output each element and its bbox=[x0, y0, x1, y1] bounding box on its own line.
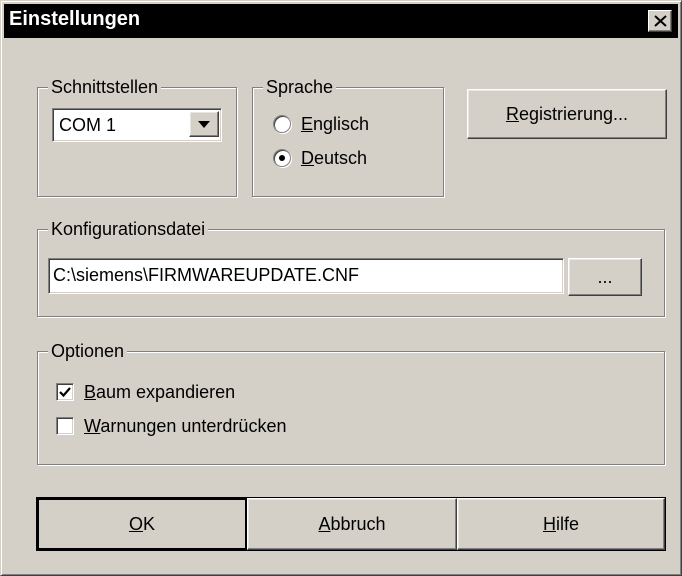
registration-mnemonic: R bbox=[505, 103, 519, 124]
cancel-button[interactable]: Abbruch bbox=[247, 498, 457, 550]
interfaces-group-label: Schnittstellen bbox=[48, 76, 162, 98]
help-mnemonic: H bbox=[542, 513, 556, 534]
language-option-english-label: Englisch bbox=[301, 114, 369, 135]
help-button[interactable]: Hilfe bbox=[457, 498, 665, 550]
close-button[interactable] bbox=[648, 10, 672, 32]
cancel-button-label: Abbruch bbox=[318, 514, 385, 535]
ok-button[interactable]: OK bbox=[37, 498, 247, 550]
interfaces-group: Schnittstellen COM 1 bbox=[37, 76, 237, 197]
checkmark-icon bbox=[59, 387, 71, 398]
language-option-english-rest: nglisch bbox=[313, 113, 370, 134]
language-group: Sprache Englisch Deutsch bbox=[252, 76, 444, 197]
port-combobox-value: COM 1 bbox=[59, 115, 117, 135]
language-group-label: Sprache bbox=[263, 76, 337, 98]
checkbox-suppress-warnings[interactable] bbox=[56, 417, 74, 435]
radio-selected-dot bbox=[279, 155, 285, 161]
cancel-rest: bbruch bbox=[330, 513, 386, 534]
ok-mnemonic: O bbox=[128, 513, 143, 534]
footer-button-bar: OK Abbruch Hilfe bbox=[36, 497, 666, 551]
language-option-german-label: Deutsch bbox=[301, 148, 367, 169]
radio-english[interactable] bbox=[273, 115, 291, 133]
settings-dialog: Einstellungen Schnittstellen COM 1 Sprac… bbox=[0, 0, 682, 576]
language-option-german-rest: eutsch bbox=[314, 147, 368, 168]
close-icon bbox=[654, 15, 667, 27]
radio-german[interactable] bbox=[273, 149, 291, 167]
option-suppress-warnings-label: Warnungen unterdrücken bbox=[84, 416, 286, 437]
ok-rest: K bbox=[143, 513, 156, 534]
config-file-path-input[interactable]: C:\siemens\FIRMWAREUPDATE.CNF bbox=[48, 258, 564, 294]
checkbox-expand-tree[interactable] bbox=[56, 383, 74, 401]
registration-button-label: Registrierung... bbox=[506, 104, 628, 125]
cancel-mnemonic: A bbox=[318, 513, 331, 534]
config-file-group-label: Konfigurationsdatei bbox=[48, 218, 209, 240]
help-rest: ilfe bbox=[555, 513, 579, 534]
port-combobox[interactable]: COM 1 bbox=[52, 108, 222, 142]
option-expand-tree-rest: aum expandieren bbox=[96, 381, 236, 402]
option-suppress-warnings[interactable]: Warnungen unterdrücken bbox=[56, 414, 286, 438]
language-option-english-mnemonic: E bbox=[301, 113, 314, 134]
language-option-german-mnemonic: D bbox=[301, 147, 314, 168]
option-suppress-warnings-mnemonic: W bbox=[84, 415, 101, 436]
dropdown-arrow-icon bbox=[198, 120, 210, 128]
options-group: Optionen Baum expandieren Warnungen unte… bbox=[37, 340, 665, 465]
registration-button[interactable]: Registrierung... bbox=[467, 89, 667, 139]
window-title: Einstellungen bbox=[9, 8, 141, 30]
config-file-path-value: C:\siemens\FIRMWAREUPDATE.CNF bbox=[53, 265, 360, 285]
options-group-label: Optionen bbox=[48, 340, 128, 362]
option-suppress-warnings-rest: arnungen unterdrücken bbox=[100, 415, 287, 436]
port-combobox-dropdown-button[interactable] bbox=[189, 111, 219, 137]
language-option-english[interactable]: Englisch bbox=[273, 112, 369, 136]
ok-button-label: OK bbox=[129, 514, 155, 535]
option-expand-tree-label: Baum expandieren bbox=[84, 382, 235, 403]
registration-rest: egistrierung... bbox=[518, 103, 629, 124]
option-expand-tree-mnemonic: B bbox=[84, 381, 97, 402]
title-bar[interactable]: Einstellungen bbox=[4, 4, 678, 38]
config-file-group: Konfigurationsdatei C:\siemens\FIRMWAREU… bbox=[37, 218, 665, 317]
browse-button[interactable]: ... bbox=[568, 258, 642, 296]
browse-button-label: ... bbox=[597, 266, 613, 287]
option-expand-tree[interactable]: Baum expandieren bbox=[56, 380, 235, 404]
help-button-label: Hilfe bbox=[543, 514, 579, 535]
language-option-german[interactable]: Deutsch bbox=[273, 146, 367, 170]
